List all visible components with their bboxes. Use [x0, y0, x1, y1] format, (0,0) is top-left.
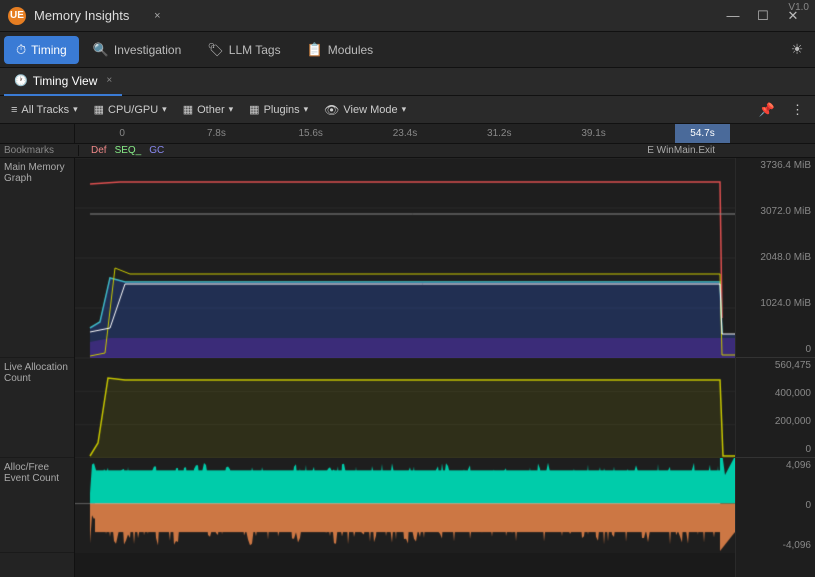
- tab-investigation[interactable]: 🔍 Investigation: [81, 36, 194, 64]
- tab-investigation-label: Investigation: [114, 43, 181, 57]
- other-button[interactable]: ▦ Other: [176, 99, 240, 121]
- track-markers-row: Def SEQ_ GC E WinMain.Exit: [87, 145, 723, 156]
- tab-close-icon[interactable]: ×: [149, 8, 165, 24]
- plugins-icon: ▦: [249, 103, 259, 116]
- title-bar-left: UE Memory Insights ×: [8, 7, 165, 25]
- def-marker: Def: [91, 145, 107, 156]
- settings-icon[interactable]: ☀: [783, 38, 811, 62]
- y-label-p1-0: 3736.4 MiB: [740, 160, 811, 171]
- tracks-icon: ≡: [11, 104, 17, 116]
- window-controls: — ☐ ✕ V1.0: [719, 4, 807, 28]
- graphs-area: Main Memory Graph Live Allocation Count …: [0, 158, 815, 577]
- main-memory-graph-canvas[interactable]: [75, 158, 735, 358]
- title-bar-title: Memory Insights: [34, 8, 129, 23]
- center-panel: [75, 158, 735, 577]
- y-axis-panel1: 3736.4 MiB 3072.0 MiB 2048.0 MiB 1024.0 …: [736, 158, 815, 358]
- view-mode-label: View Mode: [343, 104, 397, 116]
- y-label-p3-2: -4,096: [740, 540, 811, 551]
- y-label-p1-1: 3072.0 MiB: [740, 206, 811, 217]
- time-label-1: 7.8s: [169, 128, 263, 139]
- time-ruler-labels: 0 7.8s 15.6s 23.4s 31.2s 39.1s 46.9s: [75, 128, 735, 139]
- time-highlight: 54.7s: [675, 124, 730, 143]
- right-panel: 3736.4 MiB 3072.0 MiB 2048.0 MiB 1024.0 …: [735, 158, 815, 577]
- bookmarks-label: Bookmarks: [4, 145, 54, 156]
- tab-llm-tags[interactable]: 🏷 LLM Tags: [195, 36, 292, 64]
- other-label: Other: [197, 104, 225, 116]
- y-axis-panel2: 560,475 400,000 200,000 0: [736, 358, 815, 458]
- llm-icon: 🏷: [207, 42, 224, 58]
- cpu-icon: ▦: [94, 103, 104, 116]
- y-label-p2-2: 200,000: [740, 416, 811, 427]
- sub-tab-close-icon[interactable]: ×: [106, 75, 112, 86]
- app-icon: UE: [8, 7, 26, 25]
- clock-icon: 🕐: [14, 74, 28, 87]
- alloc-free-graph-canvas[interactable]: [75, 458, 735, 553]
- maximize-button[interactable]: ☐: [749, 4, 777, 28]
- y-axis-panel3: 4,096 0 -4,096: [736, 458, 815, 553]
- view-mode-button[interactable]: 👁 View Mode: [317, 99, 413, 121]
- seq-marker: SEQ_: [115, 145, 142, 156]
- version-label: V1.0: [788, 2, 809, 13]
- track-name-alloc-free: Alloc/Free Event Count: [0, 458, 74, 553]
- other-icon: ▦: [183, 103, 193, 116]
- tab-bar-right: ☀: [783, 38, 811, 62]
- left-panel: Main Memory Graph Live Allocation Count …: [0, 158, 75, 577]
- minimize-button[interactable]: —: [719, 4, 747, 28]
- toolbar-right: 📌 ⋮: [752, 99, 811, 121]
- eye-icon: 👁: [324, 103, 339, 117]
- tab-modules[interactable]: 📋 Modules: [295, 36, 386, 64]
- time-label-0: 0: [75, 128, 169, 139]
- track-name-main-memory: Main Memory Graph: [0, 158, 74, 358]
- tab-timing-label: Timing: [31, 43, 67, 57]
- tab-modules-label: Modules: [328, 43, 373, 57]
- timing-icon: ⏱: [16, 42, 26, 58]
- time-label-2: 15.6s: [264, 128, 358, 139]
- y-label-p2-1: 400,000: [740, 388, 811, 399]
- live-alloc-graph-canvas[interactable]: [75, 358, 735, 458]
- modules-icon: 📋: [307, 42, 323, 58]
- y-label-p2-0: 560,475: [740, 360, 811, 371]
- sub-tab-bar: 🕐 Timing View ×: [0, 68, 815, 96]
- investigation-icon: 🔍: [93, 42, 109, 58]
- app-window: UE Memory Insights × — ☐ ✕ V1.0 ⏱ Timing…: [0, 0, 815, 577]
- time-ruler: 0 7.8s 15.6s 23.4s 31.2s 39.1s 46.9s 54.…: [0, 124, 815, 144]
- sub-tab-timing-view[interactable]: 🕐 Timing View ×: [4, 68, 122, 96]
- pin-button[interactable]: 📌: [752, 99, 782, 121]
- y-label-p1-2: 2048.0 MiB: [740, 252, 811, 263]
- y-label-p3-0: 4,096: [740, 460, 811, 471]
- more-options-button[interactable]: ⋮: [784, 99, 811, 121]
- winmain-marker: E WinMain.Exit: [647, 145, 715, 156]
- time-label-4: 31.2s: [452, 128, 546, 139]
- all-tracks-label: All Tracks: [21, 104, 69, 116]
- tab-timing[interactable]: ⏱ Timing: [4, 36, 79, 64]
- content-wrapper: 0 7.8s 15.6s 23.4s 31.2s 39.1s 46.9s 54.…: [0, 124, 815, 577]
- plugins-button[interactable]: ▦ Plugins: [242, 99, 315, 121]
- tab-llm-tags-label: LLM Tags: [229, 43, 281, 57]
- toolbar: ≡ All Tracks ▦ CPU/GPU ▦ Other ▦ Plugins…: [0, 96, 815, 124]
- all-tracks-button[interactable]: ≡ All Tracks: [4, 99, 85, 121]
- y-label-p3-1: 0: [740, 500, 811, 511]
- cpu-gpu-button[interactable]: ▦ CPU/GPU: [87, 99, 174, 121]
- y-label-p2-3: 0: [740, 444, 811, 455]
- main-tab-bar: ⏱ Timing 🔍 Investigation 🏷 LLM Tags 📋 Mo…: [0, 32, 815, 68]
- sub-tab-label: Timing View: [33, 74, 98, 88]
- title-bar: UE Memory Insights × — ☐ ✕ V1.0: [0, 0, 815, 32]
- track-name-live-alloc: Live Allocation Count: [0, 358, 74, 458]
- plugins-label: Plugins: [264, 104, 300, 116]
- time-label-5: 39.1s: [546, 128, 640, 139]
- gc-marker: GC: [149, 145, 164, 156]
- y-label-p1-4: 0: [740, 344, 811, 355]
- y-label-p1-3: 1024.0 MiB: [740, 298, 811, 309]
- time-label-3: 23.4s: [358, 128, 452, 139]
- cpu-gpu-label: CPU/GPU: [108, 104, 158, 116]
- track-labels-row: Bookmarks Def SEQ_ GC E WinMain.Exit: [0, 144, 815, 158]
